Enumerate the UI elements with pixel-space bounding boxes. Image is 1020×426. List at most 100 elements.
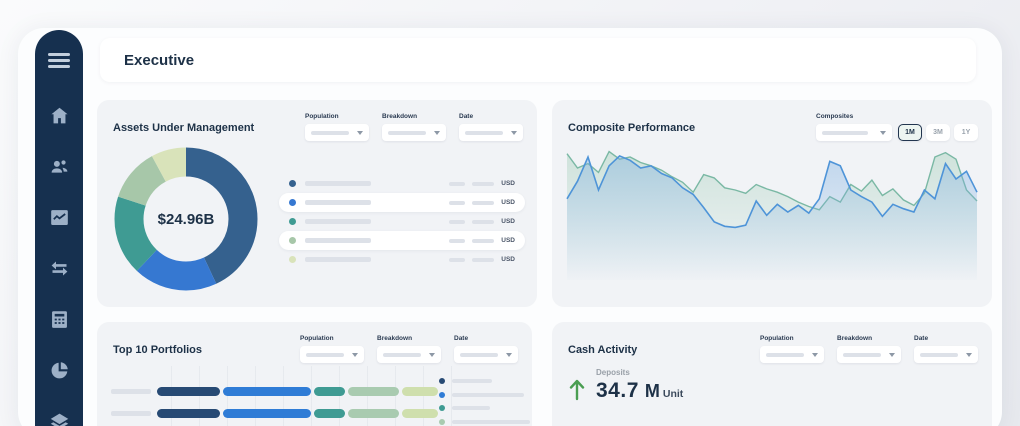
top10-legend-row bbox=[439, 405, 530, 411]
sidebar-item-holdings[interactable] bbox=[47, 409, 71, 426]
aum-legend-row[interactable]: USD bbox=[279, 193, 525, 212]
top10-legend-row bbox=[439, 378, 530, 384]
placeholder-bar bbox=[449, 201, 465, 205]
cash-card-title: Cash Activity bbox=[568, 335, 637, 363]
aum-population-select[interactable] bbox=[305, 124, 369, 141]
chevron-down-icon bbox=[966, 353, 972, 357]
currency-label: USD bbox=[501, 199, 515, 206]
sidebar-item-home[interactable] bbox=[47, 103, 71, 127]
cash-date-select[interactable] bbox=[914, 346, 978, 363]
aum-breakdown-select[interactable] bbox=[382, 124, 446, 141]
legend-dot bbox=[289, 237, 296, 244]
chevron-down-icon bbox=[812, 353, 818, 357]
breakdown-filter-label: Breakdown bbox=[377, 335, 441, 342]
bar-segment bbox=[348, 387, 399, 396]
sidebar bbox=[35, 30, 83, 426]
chevron-down-icon bbox=[429, 353, 435, 357]
currency-label: USD bbox=[501, 218, 515, 225]
deposits-metric: Deposits 34.7 M Unit bbox=[568, 368, 683, 403]
sidebar-item-clients[interactable] bbox=[47, 154, 71, 178]
chevron-down-icon bbox=[434, 131, 440, 135]
sidebar-item-accounting[interactable] bbox=[47, 307, 71, 331]
bar-segment bbox=[223, 387, 311, 396]
top10-population-select[interactable] bbox=[300, 346, 364, 363]
currency-label: USD bbox=[501, 237, 515, 244]
bar-segment bbox=[402, 387, 438, 396]
aum-date-select[interactable] bbox=[459, 124, 523, 141]
deposits-unit: Unit bbox=[663, 388, 683, 400]
legend-dot bbox=[439, 419, 445, 425]
layers-icon bbox=[49, 411, 70, 426]
aum-legend-row[interactable]: USD bbox=[279, 212, 525, 231]
placeholder-bar bbox=[452, 379, 492, 383]
top10-breakdown-select[interactable] bbox=[377, 346, 441, 363]
sidebar-item-transactions[interactable] bbox=[47, 256, 71, 280]
select-placeholder bbox=[766, 353, 804, 357]
placeholder-bar bbox=[472, 201, 494, 205]
legend-dot bbox=[439, 378, 445, 384]
bar-segment bbox=[314, 409, 345, 418]
bar-segment bbox=[157, 409, 220, 418]
top10-bar-chart bbox=[111, 380, 461, 426]
placeholder-bar bbox=[472, 258, 494, 262]
composites-select[interactable] bbox=[816, 124, 892, 141]
placeholder-bar bbox=[472, 239, 494, 243]
placeholder-bar bbox=[305, 181, 371, 186]
legend-dot bbox=[289, 199, 296, 206]
top10-row[interactable] bbox=[111, 380, 461, 402]
home-icon bbox=[49, 105, 70, 126]
legend-dot bbox=[439, 405, 445, 411]
cash-breakdown-select[interactable] bbox=[837, 346, 901, 363]
top10-legend bbox=[439, 378, 530, 426]
aum-legend-row[interactable]: USD bbox=[279, 231, 525, 250]
chevron-down-icon bbox=[357, 131, 363, 135]
cash-filters: Population Breakdown Date bbox=[760, 335, 978, 363]
card-assets-under-management: Assets Under Management Population Break… bbox=[97, 100, 537, 307]
cash-population-select[interactable] bbox=[760, 346, 824, 363]
sidebar-item-allocation[interactable] bbox=[47, 358, 71, 382]
date-filter-label: Date bbox=[454, 335, 518, 342]
legend-dot bbox=[289, 256, 296, 263]
sidebar-item-performance[interactable] bbox=[47, 205, 71, 229]
aum-filters: Population Breakdown Date bbox=[305, 113, 523, 141]
select-placeholder bbox=[920, 353, 958, 357]
composite-filters: Composites 1M 3M 1Y bbox=[816, 113, 978, 141]
range-button-1m[interactable]: 1M bbox=[898, 124, 922, 141]
chevron-down-icon bbox=[511, 131, 517, 135]
placeholder-bar bbox=[472, 182, 494, 186]
range-button-3m[interactable]: 3M bbox=[926, 124, 950, 141]
card-composite-performance: Composite Performance Composites 1M 3M 1… bbox=[552, 100, 992, 307]
aum-legend: USD USD USD USD USD bbox=[279, 174, 525, 269]
composites-filter-label: Composites bbox=[816, 113, 978, 120]
aum-legend-row[interactable]: USD bbox=[279, 174, 525, 193]
select-placeholder bbox=[822, 131, 868, 135]
range-toggle: 1M 3M 1Y bbox=[898, 124, 978, 141]
legend-dot bbox=[289, 218, 296, 225]
composite-card-title: Composite Performance bbox=[568, 113, 695, 141]
placeholder-bar bbox=[449, 258, 465, 262]
placeholder-bar bbox=[449, 220, 465, 224]
aum-total-value: $24.96B bbox=[111, 144, 261, 294]
users-icon bbox=[49, 156, 70, 177]
placeholder-bar bbox=[111, 411, 151, 416]
range-button-1y[interactable]: 1Y bbox=[954, 124, 978, 141]
select-placeholder bbox=[388, 131, 426, 135]
aum-legend-row[interactable]: USD bbox=[279, 250, 525, 269]
aum-card-title: Assets Under Management bbox=[113, 113, 254, 141]
top10-row[interactable] bbox=[111, 402, 461, 424]
bar-segment bbox=[223, 409, 311, 418]
breakdown-filter-label: Breakdown bbox=[837, 335, 901, 342]
placeholder-bar bbox=[305, 238, 371, 243]
population-filter-label: Population bbox=[760, 335, 824, 342]
chevron-down-icon bbox=[506, 353, 512, 357]
chevron-down-icon bbox=[889, 353, 895, 357]
menu-icon[interactable] bbox=[48, 50, 70, 71]
top10-date-select[interactable] bbox=[454, 346, 518, 363]
deposits-unit-prefix: M bbox=[645, 381, 660, 402]
placeholder-bar bbox=[305, 219, 371, 224]
blue-series-area bbox=[567, 156, 977, 280]
select-placeholder bbox=[383, 353, 421, 357]
placeholder-bar bbox=[472, 220, 494, 224]
placeholder-bar bbox=[452, 393, 524, 397]
calculator-icon bbox=[49, 309, 70, 330]
